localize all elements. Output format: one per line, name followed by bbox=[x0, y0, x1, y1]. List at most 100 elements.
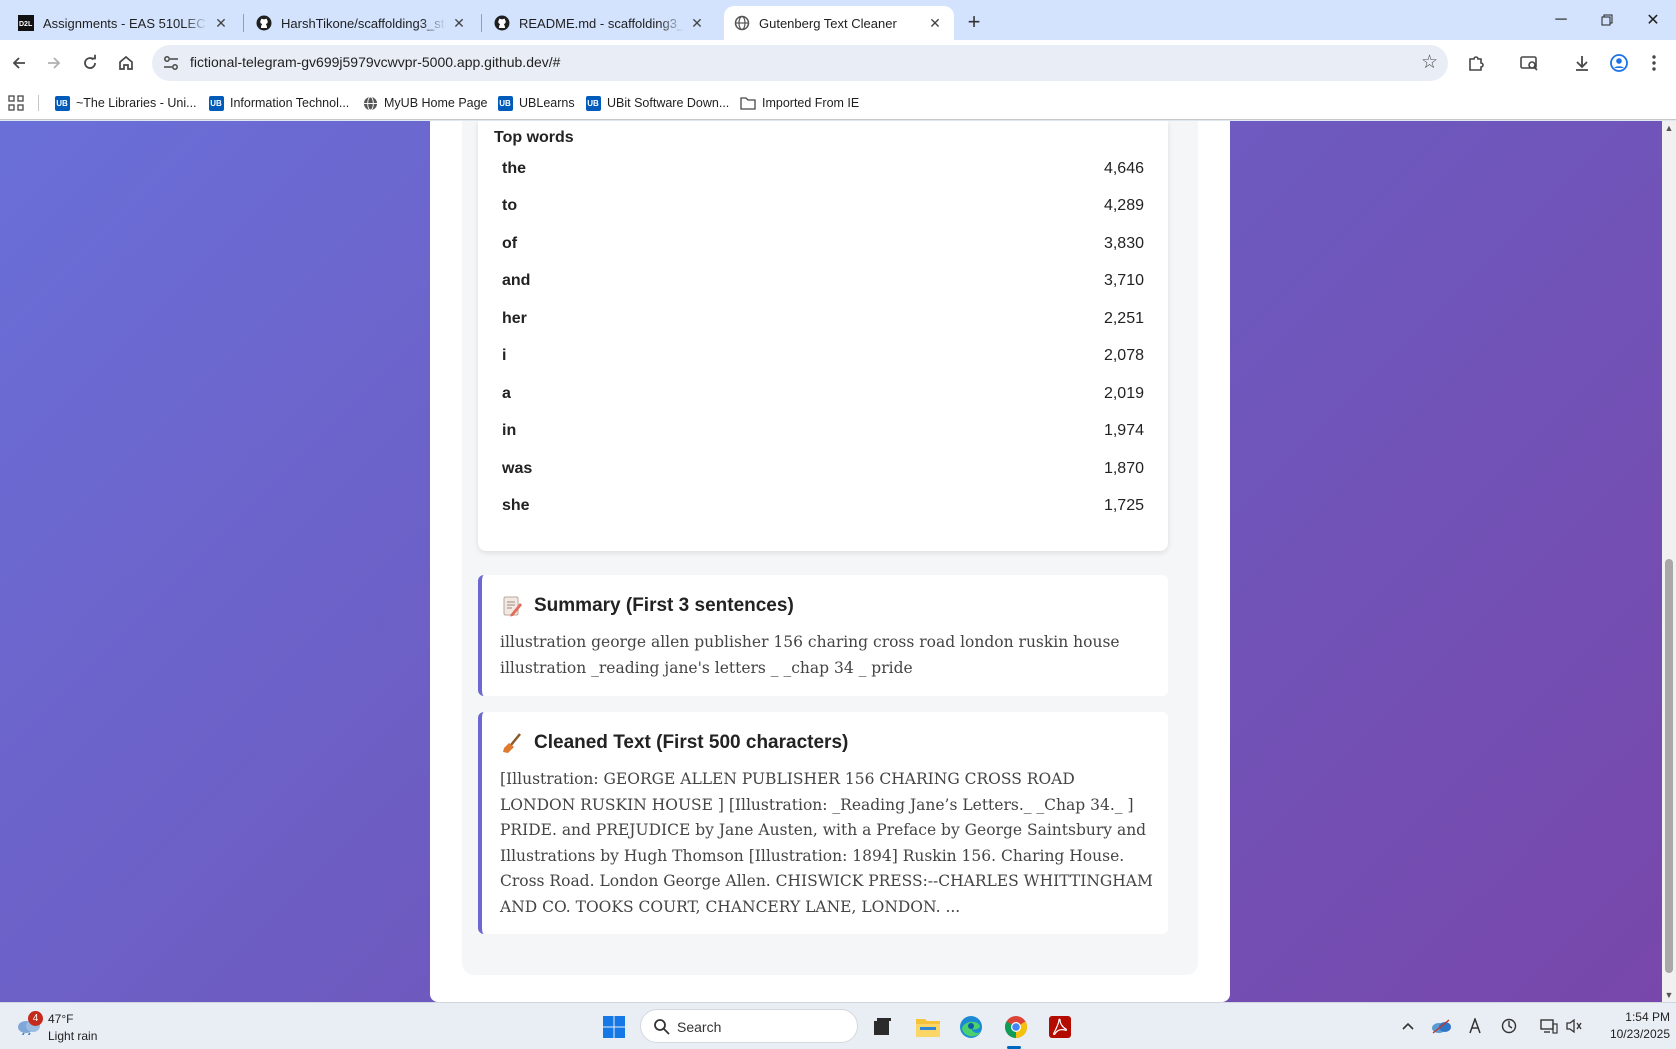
bookmark-ublearns[interactable]: UB UBLearns bbox=[497, 93, 575, 113]
word-label: and bbox=[502, 272, 531, 289]
bookmark-imported-from-ie[interactable]: Imported From IE bbox=[740, 93, 859, 113]
top-word-row: she 1,725 bbox=[502, 492, 1144, 522]
tab-title: Gutenberg Text Cleaner bbox=[759, 15, 897, 31]
github-icon bbox=[494, 15, 510, 31]
globe-icon bbox=[734, 15, 750, 31]
forward-button[interactable] bbox=[40, 49, 68, 77]
language-tray[interactable] bbox=[1463, 1015, 1487, 1037]
word-count: 2,251 bbox=[1103, 310, 1144, 327]
edge-button[interactable] bbox=[953, 1010, 989, 1044]
extensions-button[interactable] bbox=[1462, 49, 1490, 77]
word-count: 1,870 bbox=[1103, 460, 1144, 477]
summary-title: Summary (First 3 sentences) bbox=[534, 595, 794, 616]
profile-button[interactable] bbox=[1605, 49, 1633, 77]
system-clock[interactable]: 1:54 PM 10/23/2025 bbox=[1590, 1009, 1670, 1043]
url-text: fictional-telegram-gv699j5979vcwvpr-5000… bbox=[190, 54, 561, 70]
word-count: 1,974 bbox=[1103, 422, 1144, 439]
minimize-button[interactable]: ─ bbox=[1538, 0, 1584, 40]
taskbar-search[interactable]: Search bbox=[640, 1009, 858, 1043]
top-word-row: to 4,289 bbox=[502, 192, 1144, 222]
tab-title: Assignments - EAS 510LEC 001 bbox=[43, 15, 208, 31]
clock-time: 1:54 PM bbox=[1625, 1010, 1670, 1024]
bookmark-ubit-software[interactable]: UB UBit Software Down... bbox=[585, 93, 729, 113]
downloads-button[interactable] bbox=[1568, 49, 1596, 77]
close-icon[interactable]: ✕ bbox=[926, 14, 944, 32]
search-label: Search bbox=[677, 1019, 722, 1035]
task-view-button[interactable] bbox=[864, 1010, 900, 1044]
file-explorer-button[interactable] bbox=[910, 1010, 946, 1044]
clock-date: 10/23/2025 bbox=[1609, 1027, 1670, 1041]
restore-button[interactable] bbox=[1584, 0, 1630, 40]
volume-muted-icon bbox=[1566, 1018, 1582, 1034]
search-icon bbox=[654, 1019, 670, 1035]
new-tab-button[interactable]: + bbox=[960, 8, 988, 36]
restore-icon bbox=[1601, 14, 1613, 26]
onedrive-tray[interactable] bbox=[1429, 1015, 1453, 1037]
scroll-down-arrow-icon[interactable]: ▼ bbox=[1662, 988, 1676, 1002]
tab-gutenberg[interactable]: Gutenberg Text Cleaner ✕ bbox=[724, 6, 954, 40]
ub-icon: UB bbox=[497, 95, 513, 111]
broom-icon bbox=[500, 732, 524, 754]
cleaned-title: Cleaned Text (First 500 characters) bbox=[534, 732, 849, 753]
close-window-button[interactable]: ✕ bbox=[1630, 0, 1676, 40]
close-icon[interactable]: ✕ bbox=[212, 14, 230, 32]
top-word-row: her 2,251 bbox=[502, 305, 1144, 335]
word-count: 1,725 bbox=[1103, 497, 1144, 514]
top-words-card: Top words the 4,646 to 4,289 of 3,830 an… bbox=[478, 121, 1168, 551]
notification-badge: 4 bbox=[28, 1011, 43, 1026]
volume-tray[interactable] bbox=[1562, 1015, 1586, 1037]
home-icon bbox=[119, 55, 133, 70]
cleaned-text: [Illustration: GEORGE ALLEN PUBLISHER 15… bbox=[500, 770, 1153, 916]
word-label: the bbox=[502, 160, 526, 177]
forward-arrow-icon bbox=[48, 57, 61, 69]
ub-icon: UB bbox=[54, 95, 70, 111]
word-label: a bbox=[502, 385, 511, 402]
tab-search-button[interactable] bbox=[1515, 49, 1543, 77]
bookmark-libraries[interactable]: UB ~The Libraries - Uni... bbox=[54, 93, 197, 113]
back-button[interactable] bbox=[5, 49, 33, 77]
weather-widget[interactable]: 4 47°F Light rain bbox=[12, 1009, 132, 1045]
page-scrollbar[interactable]: ▲ ▼ bbox=[1662, 121, 1676, 1002]
home-button[interactable] bbox=[112, 49, 140, 77]
windows-taskbar: 4 47°F Light rain Search 1:54 PM 10/23/2… bbox=[0, 1002, 1676, 1049]
network-tray[interactable] bbox=[1537, 1015, 1561, 1037]
close-icon[interactable]: ✕ bbox=[450, 14, 468, 32]
scroll-up-arrow-icon[interactable]: ▲ bbox=[1662, 121, 1676, 135]
tab-title: HarshTikone/scaffolding3_starter bbox=[281, 15, 446, 31]
bookmark-star-icon[interactable]: ☆ bbox=[1421, 51, 1438, 74]
scrollbar-thumb[interactable] bbox=[1665, 559, 1673, 973]
bookmark-myub[interactable]: MyUB Home Page bbox=[362, 93, 488, 113]
weather-condition: Light rain bbox=[48, 1029, 98, 1043]
top-word-row: i 2,078 bbox=[502, 342, 1144, 372]
tab-github-repo[interactable]: HarshTikone/scaffolding3_starter ✕ bbox=[246, 6, 478, 40]
sync-tray[interactable] bbox=[1497, 1015, 1521, 1037]
bookmarks-bar: UB ~The Libraries - Uni... UB Informatio… bbox=[0, 86, 1676, 120]
tab-readme[interactable]: README.md - scaffolding3_starter ✕ bbox=[484, 6, 716, 40]
start-button[interactable] bbox=[596, 1010, 632, 1044]
address-bar[interactable]: fictional-telegram-gv699j5979vcwvpr-5000… bbox=[152, 45, 1448, 81]
page-viewport: Top words the 4,646 to 4,289 of 3,830 an… bbox=[0, 121, 1662, 1002]
close-icon[interactable]: ✕ bbox=[688, 14, 706, 32]
top-word-row: and 3,710 bbox=[502, 267, 1144, 297]
reload-icon bbox=[84, 54, 96, 69]
tab-divider bbox=[481, 14, 482, 32]
word-label: was bbox=[502, 460, 533, 477]
globe-icon bbox=[362, 95, 378, 111]
summary-text: illustration george allen publisher 156 … bbox=[500, 633, 1120, 677]
show-hidden-icons-button[interactable] bbox=[1396, 1015, 1420, 1037]
ub-icon: UB bbox=[585, 95, 601, 111]
word-label: she bbox=[502, 497, 530, 514]
summary-card: Summary (First 3 sentences) illustration… bbox=[478, 575, 1168, 696]
tab-divider bbox=[243, 14, 244, 32]
chrome-button[interactable] bbox=[998, 1010, 1034, 1044]
menu-button[interactable] bbox=[1640, 49, 1668, 77]
bookmark-label: MyUB Home Page bbox=[384, 96, 488, 110]
top-word-row: in 1,974 bbox=[502, 417, 1144, 447]
acrobat-button[interactable] bbox=[1042, 1010, 1078, 1044]
tab-assignments[interactable]: D2L Assignments - EAS 510LEC 001 ✕ bbox=[8, 6, 240, 40]
reload-button[interactable] bbox=[76, 49, 104, 77]
apps-grid-icon bbox=[8, 95, 24, 111]
bookmark-information-technology[interactable]: UB Information Technol... bbox=[208, 93, 349, 113]
apps-button[interactable] bbox=[8, 93, 24, 113]
browser-toolbar: fictional-telegram-gv699j5979vcwvpr-5000… bbox=[0, 40, 1676, 86]
